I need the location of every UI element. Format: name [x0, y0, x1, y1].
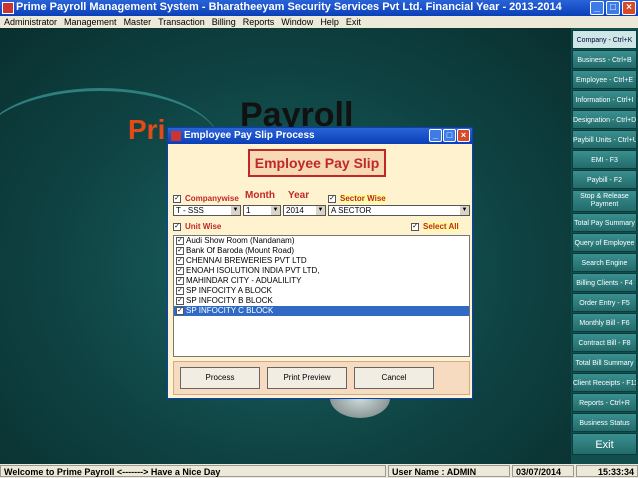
action-bar: Process Print Preview Cancel: [173, 361, 470, 395]
menu-bar: Administrator Management Master Transact…: [0, 16, 638, 28]
sidebar-reports[interactable]: Reports - Ctrl+R: [572, 393, 637, 412]
unitwise-label: Unit Wise: [185, 222, 222, 231]
sidebar-total-pay-summary[interactable]: Total Pay Summary: [572, 213, 637, 232]
menu-transaction[interactable]: Transaction: [158, 16, 205, 28]
sidebar-employee[interactable]: Employee - Ctrl+E: [572, 70, 637, 89]
list-item[interactable]: ✓ Audi Show Room (Nandanam): [174, 236, 469, 246]
dialog-maximize-icon[interactable]: □: [443, 129, 456, 142]
sidebar-business-status[interactable]: Business Status: [572, 413, 637, 432]
chevron-down-icon[interactable]: ▼: [460, 206, 469, 215]
select-all-label: Select All: [423, 222, 459, 231]
sector-value: A SECTOR: [331, 206, 372, 215]
sidebar-emi[interactable]: EMI - F3: [572, 150, 637, 169]
minimize-icon[interactable]: _: [590, 1, 604, 15]
menu-help[interactable]: Help: [320, 16, 339, 28]
menu-billing[interactable]: Billing: [212, 16, 236, 28]
menu-reports[interactable]: Reports: [243, 16, 275, 28]
year-select[interactable]: 2014 ▼: [283, 205, 326, 216]
window-title-bar: Prime Payroll Management System - Bharat…: [0, 0, 638, 16]
unit-checkbox[interactable]: ✓: [176, 297, 184, 305]
sidebar-billing-clients[interactable]: Billing Clients - F4: [572, 273, 637, 292]
sidebar-total-bill-summary[interactable]: Total Bill Summary: [572, 353, 637, 372]
sidebar-contract-bill[interactable]: Contract Bill - F8: [572, 333, 637, 352]
sector-select[interactable]: A SECTOR ▼: [328, 205, 470, 216]
app-icon: [2, 2, 14, 14]
sidebar-business[interactable]: Business - Ctrl+B: [572, 50, 637, 69]
month-value: 1: [246, 206, 251, 215]
list-item[interactable]: ✓ SP INFOCITY B BLOCK: [174, 296, 469, 306]
cancel-button[interactable]: Cancel: [354, 367, 434, 389]
sidebar-search-engine[interactable]: Search Engine: [572, 253, 637, 272]
menu-window[interactable]: Window: [281, 16, 313, 28]
status-welcome: Welcome to Prime Payroll <-------> Have …: [0, 465, 386, 477]
chevron-down-icon[interactable]: ▼: [271, 206, 280, 215]
sidebar-information[interactable]: Information - Ctrl+I: [572, 90, 637, 109]
sidebar-paybill-units[interactable]: Paybill Units - Ctrl+U: [572, 130, 637, 149]
unit-checkbox[interactable]: ✓: [176, 237, 184, 245]
chevron-down-icon[interactable]: ▼: [316, 206, 325, 215]
company-select[interactable]: T - SSS ▼: [173, 205, 241, 216]
sidebar-paybill[interactable]: Paybill - F2: [572, 170, 637, 189]
sector-wise-label: Sector Wise: [340, 194, 386, 203]
unit-checkbox[interactable]: ✓: [176, 247, 184, 255]
list-item-selected[interactable]: ✓ SP INFOCITY C BLOCK: [174, 306, 469, 316]
sidebar-company[interactable]: Company - Ctrl+K: [572, 30, 637, 49]
year-label: Year: [288, 190, 310, 201]
list-item[interactable]: ✓ ENOAH ISOLUTION INDIA PVT LTD,: [174, 266, 469, 276]
sidebar-client-receipts[interactable]: Client Receipts - F11: [572, 373, 637, 392]
list-item[interactable]: ✓ MAHINDAR CITY - ADUALILITY: [174, 276, 469, 286]
month-select[interactable]: 1 ▼: [243, 205, 281, 216]
unit-checkbox[interactable]: ✓: [176, 307, 184, 315]
shortcut-sidebar: Company - Ctrl+K Business - Ctrl+B Emplo…: [571, 28, 638, 464]
window-title: Prime Payroll Management System - Bharat…: [16, 1, 562, 13]
month-label: Month: [245, 190, 275, 201]
maximize-icon[interactable]: □: [606, 1, 620, 15]
chevron-down-icon[interactable]: ▼: [231, 206, 240, 215]
status-time: 15:33:34: [576, 465, 638, 477]
menu-master[interactable]: Master: [124, 16, 152, 28]
unit-list[interactable]: ✓ Audi Show Room (Nandanam) ✓ Bank Of Baro…: [173, 235, 470, 357]
select-all-checkbox[interactable]: ✓: [411, 223, 419, 231]
close-icon[interactable]: ×: [622, 1, 636, 15]
sidebar-designation[interactable]: Designation - Ctrl+D: [572, 110, 637, 129]
process-button[interactable]: Process: [180, 367, 260, 389]
menu-administrator[interactable]: Administrator: [4, 16, 57, 28]
pay-slip-banner: Employee Pay Slip: [248, 149, 386, 177]
sidebar-stop-release-payment[interactable]: Stop & Release Payment: [572, 190, 637, 212]
menu-exit[interactable]: Exit: [346, 16, 361, 28]
companywise-checkbox[interactable]: ✓: [173, 195, 181, 203]
status-bar: Welcome to Prime Payroll <-------> Have …: [0, 464, 638, 478]
print-preview-button[interactable]: Print Preview: [267, 367, 347, 389]
dialog-minimize-icon[interactable]: _: [429, 129, 442, 142]
unitwise-checkbox[interactable]: ✓: [173, 223, 181, 231]
list-item[interactable]: ✓ Bank Of Baroda (Mount Road): [174, 246, 469, 256]
year-value: 2014: [286, 206, 304, 215]
dialog-close-icon[interactable]: ×: [457, 129, 470, 142]
sidebar-monthly-bill[interactable]: Monthly Bill - F6: [572, 313, 637, 332]
unit-checkbox[interactable]: ✓: [176, 267, 184, 275]
dialog-title-bar: Employee Pay Slip Process _ □ ×: [168, 128, 472, 144]
employee-pay-slip-dialog: Employee Pay Slip Process _ □ × Employee…: [167, 127, 473, 399]
status-user: User Name : ADMIN: [388, 465, 510, 477]
sector-wise-checkbox[interactable]: ✓: [328, 195, 336, 203]
menu-management[interactable]: Management: [64, 16, 117, 28]
list-item[interactable]: ✓ SP INFOCITY A BLOCK: [174, 286, 469, 296]
unit-checkbox[interactable]: ✓: [176, 257, 184, 265]
sidebar-order-entry[interactable]: Order Entry - F5: [572, 293, 637, 312]
list-item[interactable]: ✓ CHENNAI BREWERIES PVT LTD: [174, 256, 469, 266]
unit-checkbox[interactable]: ✓: [176, 287, 184, 295]
status-date: 03/07/2014: [512, 465, 574, 477]
sidebar-exit[interactable]: Exit: [572, 433, 637, 455]
sidebar-query-of-employee[interactable]: Query of Employee: [572, 233, 637, 252]
logo-pri-text: Pri: [128, 114, 166, 145]
company-value: T - SSS: [176, 206, 204, 215]
unit-checkbox[interactable]: ✓: [176, 277, 184, 285]
dialog-app-icon: [171, 131, 181, 141]
dialog-title: Employee Pay Slip Process: [184, 130, 315, 141]
companywise-label: Companywise: [185, 194, 239, 203]
